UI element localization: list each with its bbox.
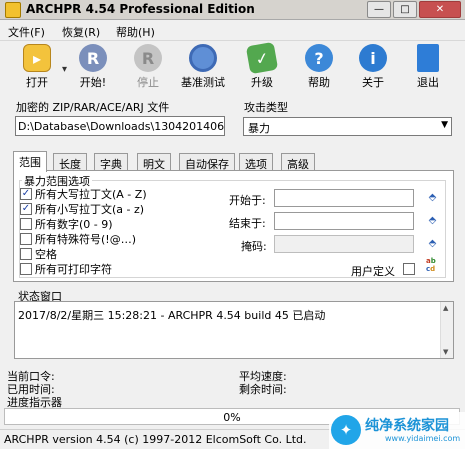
stop-button[interactable]: R 停止 — [121, 44, 175, 92]
option-printable[interactable]: 所有可打印字符 — [20, 262, 112, 276]
checkbox-digits[interactable] — [20, 218, 32, 230]
end-at-input[interactable] — [274, 212, 414, 230]
option-space[interactable]: 空格 — [20, 247, 57, 261]
menu-file[interactable]: 文件(F) — [8, 24, 45, 40]
help-icon: ? — [305, 44, 333, 72]
scroll-up-icon[interactable]: ▲ — [443, 304, 448, 312]
tab-dictionary[interactable]: 字典 — [94, 153, 128, 171]
upgrade-label: 升级 — [251, 76, 273, 89]
open-label: 打开 — [26, 76, 48, 89]
lock-stop-icon: R — [134, 44, 162, 72]
tab-plaintext[interactable]: 明文 — [137, 153, 171, 171]
option-lowercase-label: 所有小写拉丁文(a - z) — [35, 203, 145, 216]
start-button[interactable]: R 开始! — [66, 44, 120, 92]
option-space-label: 空格 — [35, 248, 57, 261]
about-label: 关于 — [362, 76, 384, 89]
user-defined-checkbox[interactable] — [403, 263, 415, 275]
stop-label: 停止 — [137, 76, 159, 89]
watermark-logo-icon: ✦ — [331, 415, 361, 445]
window-title: ARCHPR 4.54 Professional Edition — [26, 2, 255, 16]
watermark-title: 纯净系统家园 — [365, 418, 449, 434]
watermark-url: www.yidaimei.com — [385, 434, 461, 443]
range-tab-panel: 暴力范围选项 ✓ 所有大写拉丁文(A - Z) ✓ 所有小写拉丁文(a - z)… — [13, 170, 454, 282]
status-log: 2017/8/2/星期三 15:28:21 - ARCHPR 4.54 buil… — [14, 301, 454, 359]
mask-label: 掩码: — [241, 240, 267, 253]
title-bar: ARCHPR 4.54 Professional Edition — □ ✕ — [0, 0, 465, 20]
menu-recovery[interactable]: 恢复(R) — [62, 24, 100, 40]
tab-options[interactable]: 选项 — [239, 153, 273, 171]
option-special-label: 所有特殊符号(!@…) — [35, 233, 136, 246]
close-button[interactable]: ✕ — [419, 1, 461, 18]
option-printable-label: 所有可打印字符 — [35, 263, 112, 276]
tab-advanced[interactable]: 高级 — [281, 153, 315, 171]
exit-button[interactable]: 退出 — [401, 44, 455, 92]
encrypted-file-label: 加密的 ZIP/RAR/ACE/ARJ 文件 — [16, 101, 170, 114]
end-at-label: 结束于: — [229, 217, 266, 230]
benchmark-button[interactable]: 基准测试 — [176, 44, 230, 92]
attack-type-select[interactable]: 暴力 ▼ — [243, 117, 452, 136]
watermark: ✦ 纯净系统家园 www.yidaimei.com — [329, 412, 465, 449]
folder-open-icon: ▸ — [23, 44, 51, 72]
checkbox-lowercase[interactable]: ✓ — [20, 203, 32, 215]
lock-start-icon: R — [79, 44, 107, 72]
checkbox-space[interactable] — [20, 248, 32, 260]
charset-abc-icon[interactable]: ab cd — [426, 257, 442, 273]
remaining-time-label: 剩余时间: — [239, 383, 287, 396]
scroll-down-icon[interactable]: ▼ — [443, 348, 448, 356]
option-digits-label: 所有数字(0 - 9) — [35, 218, 113, 231]
checkbox-uppercase[interactable]: ✓ — [20, 188, 32, 200]
attack-type-value: 暴力 — [248, 122, 270, 135]
start-from-label: 开始于: — [229, 194, 266, 207]
app-icon — [5, 2, 21, 18]
tab-length[interactable]: 长度 — [53, 153, 87, 171]
option-uppercase-label: 所有大写拉丁文(A - Z) — [35, 188, 147, 201]
checkbox-printable[interactable] — [20, 263, 32, 275]
minimize-button[interactable]: — — [367, 1, 391, 18]
status-scrollbar[interactable]: ▲ ▼ — [440, 302, 453, 358]
stopwatch-icon — [189, 44, 217, 72]
maximize-button[interactable]: □ — [393, 1, 417, 18]
about-button[interactable]: i 关于 — [346, 44, 400, 92]
option-digits[interactable]: 所有数字(0 - 9) — [20, 217, 113, 231]
start-from-input[interactable] — [274, 189, 414, 207]
attack-type-label: 攻击类型 — [244, 101, 288, 114]
exit-label: 退出 — [417, 76, 439, 89]
tab-range[interactable]: 范围 — [13, 151, 47, 172]
menu-bar: 文件(F) 恢复(R) 帮助(H) — [0, 21, 465, 41]
status-log-line: 2017/8/2/星期三 15:28:21 - ARCHPR 4.54 buil… — [18, 309, 326, 322]
tab-autosave[interactable]: 自动保存 — [179, 153, 235, 171]
user-defined-label: 用户定义 — [351, 265, 395, 278]
option-uppercase[interactable]: ✓ 所有大写拉丁文(A - Z) — [20, 187, 147, 201]
pick-start-icon[interactable]: ⬘ — [425, 190, 440, 204]
option-special[interactable]: 所有特殊符号(!@…) — [20, 232, 136, 246]
pick-end-icon[interactable]: ⬘ — [425, 213, 440, 227]
chevron-down-icon: ▼ — [441, 120, 448, 130]
toolbar: ▸ 打开 ▾ R 开始! R 停止 基准测试 ✓ 升级 ? 帮助 i 关于 退出 — [0, 41, 465, 94]
pick-mask-icon[interactable]: ⬘ — [425, 236, 440, 250]
benchmark-label: 基准测试 — [181, 76, 225, 89]
start-label: 开始! — [79, 76, 107, 89]
mask-input[interactable] — [274, 235, 414, 253]
exit-door-icon — [417, 44, 439, 72]
menu-help[interactable]: 帮助(H) — [116, 24, 155, 40]
upgrade-icon: ✓ — [245, 41, 279, 75]
open-button[interactable]: ▸ 打开 — [10, 44, 64, 92]
help-label: 帮助 — [308, 76, 330, 89]
upgrade-button[interactable]: ✓ 升级 — [235, 41, 289, 92]
help-button[interactable]: ? 帮助 — [292, 44, 346, 92]
window-controls: — □ ✕ — [367, 1, 461, 18]
checkbox-special[interactable] — [20, 233, 32, 245]
option-lowercase[interactable]: ✓ 所有小写拉丁文(a - z) — [20, 202, 144, 216]
info-icon: i — [359, 44, 387, 72]
encrypted-file-input[interactable]: D:\Database\Downloads\130420140603.z — [15, 116, 225, 136]
